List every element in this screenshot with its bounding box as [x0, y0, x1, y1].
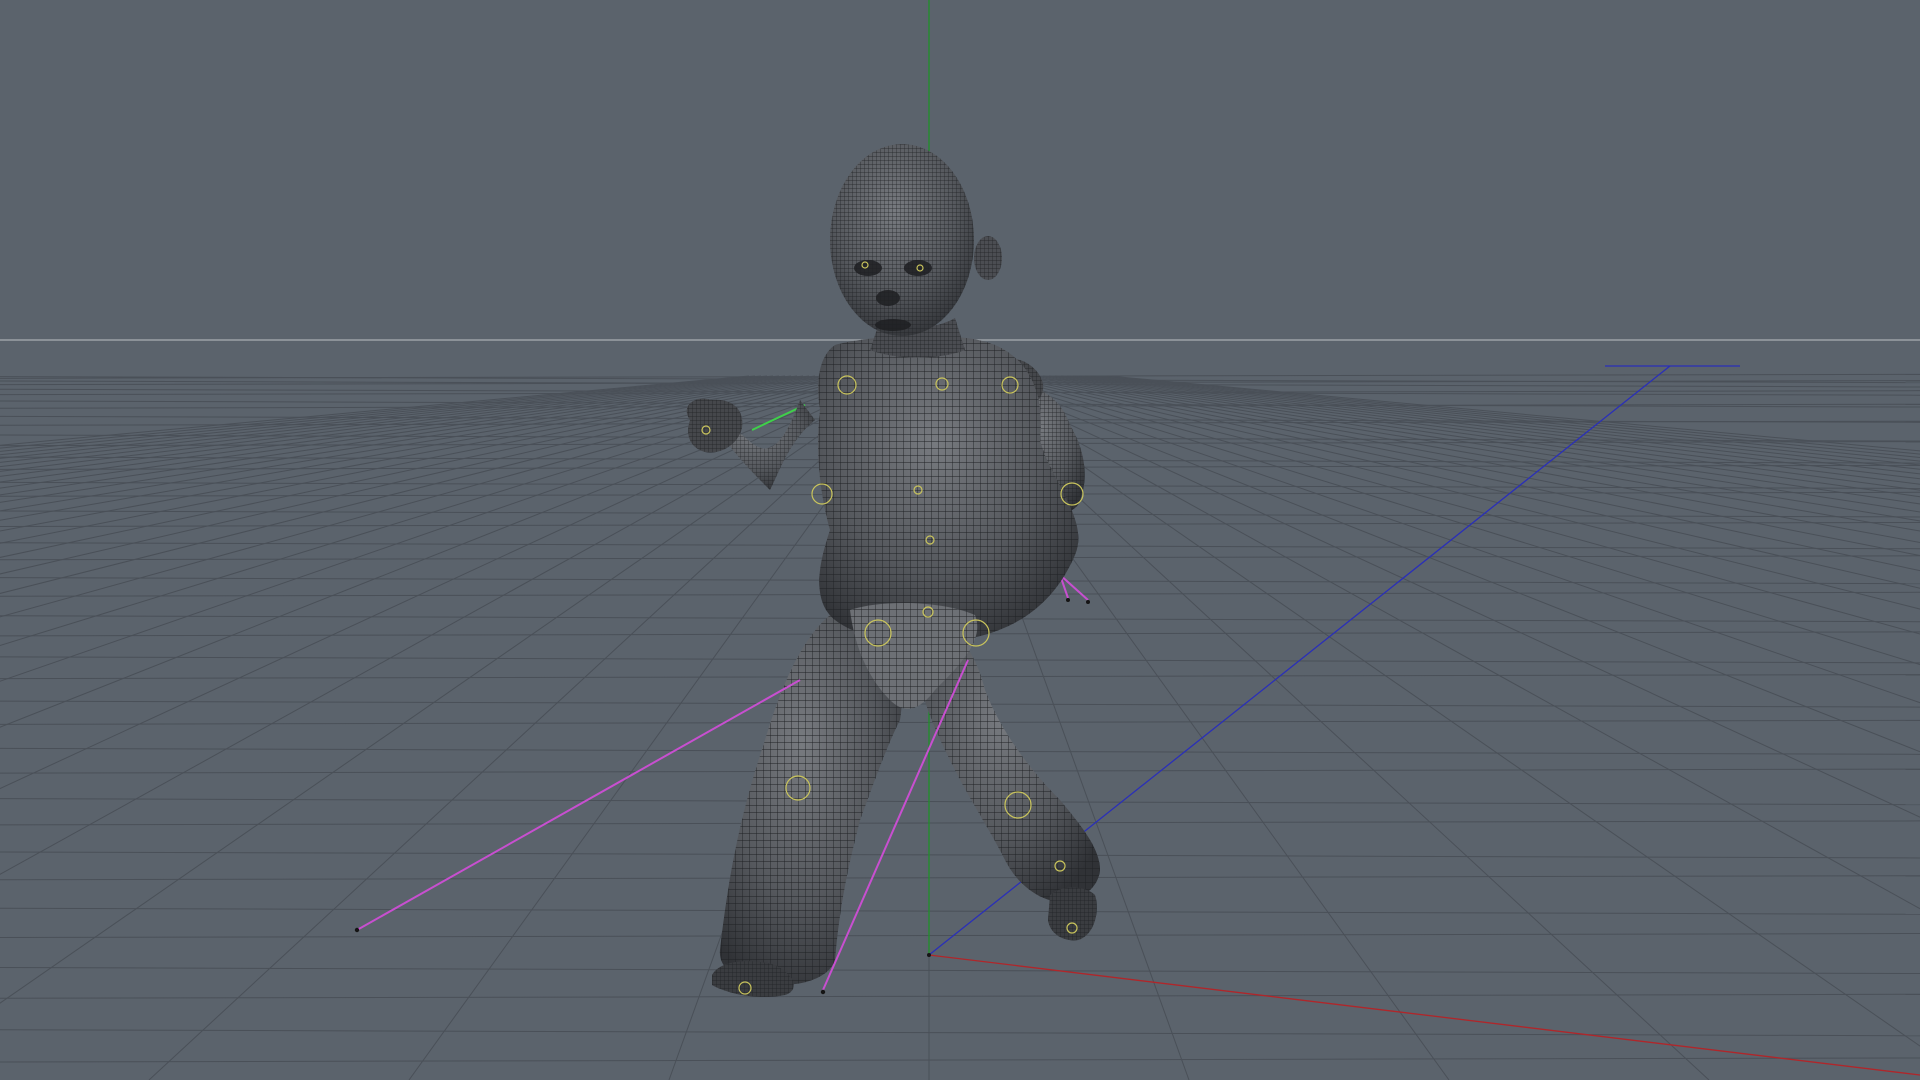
grid-line — [0, 967, 1920, 975]
grid-line — [1048, 375, 1920, 498]
grid-line — [1054, 375, 1920, 491]
grid-line — [976, 375, 1920, 704]
grid-line — [0, 851, 1920, 859]
grid-line — [1006, 375, 1920, 572]
grid-line — [952, 375, 1920, 1047]
grid-line — [1096, 375, 1920, 458]
grid-line — [0, 1029, 1920, 1037]
grid-line — [1060, 375, 1920, 485]
grid-line — [988, 375, 1920, 635]
grid-line — [1042, 375, 1920, 505]
grid-line — [1030, 375, 1920, 522]
grid-line — [0, 375, 810, 489]
grid-line — [0, 820, 1920, 826]
grid-line — [0, 375, 786, 468]
grid-line — [1018, 375, 1920, 543]
grid-line — [0, 375, 780, 463]
grid-line — [1108, 375, 1920, 452]
grid-line — [0, 375, 774, 459]
grid-line — [1036, 375, 1920, 513]
grid-line — [0, 375, 750, 446]
grid-line — [982, 375, 1920, 666]
grid-line — [1024, 375, 1920, 532]
grid-line — [0, 375, 792, 472]
grid-line — [1102, 375, 1920, 455]
grid-line — [0, 375, 828, 512]
grid-line — [0, 375, 762, 452]
grid-line — [1072, 375, 1920, 475]
grid-line — [0, 375, 822, 503]
grid-line — [970, 375, 1920, 753]
grid-line — [0, 907, 1920, 915]
grid-line — [0, 375, 816, 496]
baby-mesh[interactable] — [686, 144, 1100, 997]
grid-line — [0, 1057, 1920, 1063]
grid-line — [0, 375, 768, 456]
grid-line — [0, 875, 1920, 881]
grid-line — [0, 993, 1920, 999]
3d-viewport[interactable] — [0, 0, 1920, 1080]
grid-line — [964, 375, 1920, 818]
grid-line — [0, 375, 756, 449]
viewport-canvas[interactable] — [0, 0, 1920, 1080]
grid-line — [0, 933, 1920, 939]
grid-line — [958, 375, 1920, 910]
grid-line — [1078, 375, 1920, 470]
